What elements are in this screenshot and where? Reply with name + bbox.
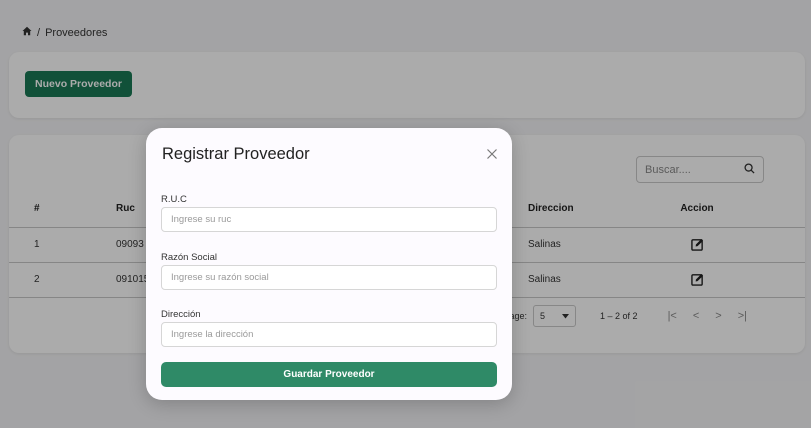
- razon-social-field[interactable]: [161, 265, 497, 290]
- razon-social-label: Razón Social: [161, 252, 217, 263]
- direccion-field[interactable]: [161, 322, 497, 347]
- close-icon[interactable]: [486, 147, 498, 159]
- register-provider-modal: Registrar Proveedor R.U.C Razón Social D…: [146, 128, 512, 400]
- save-provider-button[interactable]: Guardar Proveedor: [161, 362, 497, 387]
- direccion-label: Dirección: [161, 309, 201, 320]
- ruc-label: R.U.C: [161, 194, 187, 205]
- modal-title: Registrar Proveedor: [162, 145, 310, 163]
- ruc-field[interactable]: [161, 207, 497, 232]
